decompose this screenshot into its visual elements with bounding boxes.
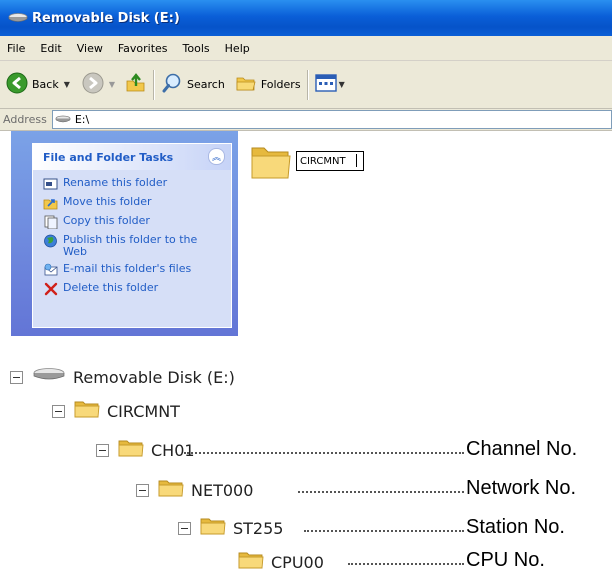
- folders-button[interactable]: Folders: [235, 73, 301, 96]
- leader-line: [298, 491, 464, 493]
- folder-icon: [250, 147, 292, 186]
- task-label: Copy this folder: [63, 214, 150, 227]
- back-dropdown-icon[interactable]: ▼: [64, 80, 70, 89]
- tree-node-label: ST255: [233, 518, 284, 538]
- tree-node-label: CPU00: [271, 552, 324, 572]
- leader-line: [184, 452, 464, 454]
- up-folder-icon: [125, 72, 147, 97]
- tree-node-label: CIRCMNT: [107, 401, 180, 421]
- leader-line: [348, 563, 464, 565]
- back-button[interactable]: Back ▼: [6, 72, 70, 97]
- menu-file[interactable]: File: [0, 42, 33, 55]
- collapse-chevron-icon[interactable]: ︽: [208, 148, 225, 165]
- channel-no-caption: Channel No.: [466, 438, 578, 460]
- drive-icon: [8, 9, 28, 28]
- tree-root-row: Removable Disk (E:): [10, 364, 235, 390]
- up-folder-button[interactable]: [125, 72, 147, 97]
- toolbar-separator: [306, 69, 309, 100]
- folder-icon: [200, 516, 226, 540]
- task-label: Delete this folder: [63, 281, 159, 294]
- address-field[interactable]: E:\: [51, 110, 612, 129]
- folder-icon: [118, 438, 144, 462]
- tree-root-label: Removable Disk (E:): [73, 367, 235, 387]
- menu-help[interactable]: Help: [218, 42, 258, 55]
- collapse-icon[interactable]: [10, 370, 23, 384]
- collapse-icon[interactable]: [52, 404, 65, 418]
- menu-edit[interactable]: Edit: [33, 42, 69, 55]
- tree-node-ch01: CH01: [96, 437, 195, 463]
- network-no-caption: Network No.: [466, 477, 577, 499]
- tasks-panel-header[interactable]: File and Folder Tasks ︽: [33, 144, 231, 170]
- forward-arrow-icon: [82, 72, 104, 97]
- move-icon: [43, 196, 59, 210]
- address-label: Address: [3, 113, 47, 126]
- menu-favorites[interactable]: Favorites: [111, 42, 176, 55]
- tasks-panel-title: File and Folder Tasks: [43, 150, 174, 164]
- tree-node-net000: NET000: [136, 477, 253, 503]
- address-value: E:\: [74, 113, 90, 126]
- task-email-files[interactable]: E-mail this folder's files: [43, 263, 229, 277]
- search-button[interactable]: Search: [161, 72, 225, 97]
- forward-button[interactable]: ▼: [82, 72, 115, 97]
- address-drive-icon: [55, 115, 71, 124]
- text-caret: [356, 154, 357, 167]
- search-icon: [161, 72, 183, 97]
- folders-label: Folders: [260, 78, 301, 91]
- views-button[interactable]: ▼: [314, 74, 345, 95]
- title-bar[interactable]: Removable Disk (E:): [0, 0, 612, 36]
- task-copy-folder[interactable]: Copy this folder: [43, 214, 229, 230]
- folder-icon: [158, 478, 184, 502]
- collapse-icon[interactable]: [136, 483, 149, 497]
- menu-tools[interactable]: Tools: [176, 42, 218, 55]
- rename-icon: [43, 177, 59, 191]
- folder-rename-text: CIRCMNT: [300, 155, 346, 167]
- folder-icon: [74, 399, 100, 423]
- back-label: Back: [32, 78, 59, 91]
- tree-node-label: NET000: [191, 480, 254, 500]
- collapse-icon[interactable]: [178, 521, 191, 535]
- tree-node-st255: ST255: [178, 515, 283, 541]
- task-list: Rename this folder Move this folder Copy…: [43, 177, 229, 301]
- drive-icon: [32, 367, 66, 387]
- task-rename-folder[interactable]: Rename this folder: [43, 177, 229, 191]
- folder-icon: [238, 550, 264, 574]
- task-label: Rename this folder: [63, 176, 168, 189]
- file-folder-tasks-panel: File and Folder Tasks ︽ Rename this fold…: [32, 143, 232, 328]
- new-folder-item[interactable]: [250, 142, 292, 186]
- task-publish-folder[interactable]: Publish this folder to the Web: [43, 234, 229, 258]
- task-label: E-mail this folder's files: [63, 262, 192, 275]
- search-label: Search: [187, 78, 225, 91]
- collapse-icon[interactable]: [96, 443, 109, 457]
- email-icon: [43, 263, 59, 277]
- toolbar: Back ▼ ▼ Search Folders ▼: [0, 61, 612, 109]
- folder-rename-input[interactable]: CIRCMNT: [296, 151, 364, 171]
- back-arrow-icon: [6, 72, 28, 97]
- tree-node-label: CH01: [151, 440, 195, 460]
- globe-icon: [43, 234, 59, 248]
- tree-node-circmnt: CIRCMNT: [52, 398, 180, 424]
- views-icon: [314, 74, 337, 95]
- task-label: Publish this folder to the Web: [63, 233, 198, 258]
- address-bar: Address E:\: [0, 109, 612, 131]
- toolbar-separator: [153, 69, 156, 100]
- task-move-folder[interactable]: Move this folder: [43, 196, 229, 210]
- task-label: Move this folder: [63, 195, 152, 208]
- menu-view[interactable]: View: [70, 42, 111, 55]
- tree-node-cpu00: CPU00: [238, 549, 324, 575]
- copy-icon: [43, 215, 59, 230]
- delete-icon: [43, 282, 59, 296]
- station-no-caption: Station No.: [466, 516, 565, 538]
- task-delete-folder[interactable]: Delete this folder: [43, 282, 229, 296]
- forward-dropdown-icon[interactable]: ▼: [109, 80, 115, 89]
- folders-icon: [235, 73, 257, 96]
- menu-bar: File Edit View Favorites Tools Help: [0, 36, 612, 61]
- leader-line: [304, 530, 464, 532]
- views-dropdown-icon[interactable]: ▼: [339, 80, 345, 89]
- tasks-pane: File and Folder Tasks ︽ Rename this fold…: [11, 131, 238, 336]
- cpu-no-caption: CPU No.: [466, 549, 545, 571]
- window-title: Removable Disk (E:): [32, 10, 180, 26]
- explorer-window: Removable Disk (E:) File Edit View Favor…: [0, 0, 612, 336]
